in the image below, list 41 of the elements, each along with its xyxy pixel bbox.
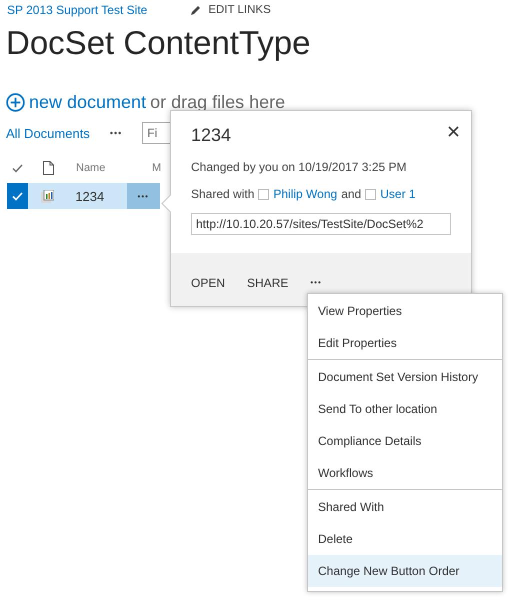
document-icon: [42, 161, 54, 175]
edit-links-button[interactable]: EDIT LINKS: [190, 4, 271, 16]
column-header[interactable]: M: [152, 162, 162, 174]
menu-item[interactable]: Change New Button Order: [308, 555, 502, 587]
url-field[interactable]: http://10.10.20.57/sites/TestSite/DocSet%2: [191, 213, 451, 235]
drag-hint: or drag files here: [150, 92, 286, 113]
pencil-icon: [190, 4, 202, 16]
shared-label: Shared with: [191, 187, 254, 201]
check-icon[interactable]: [12, 164, 23, 172]
row-checkbox[interactable]: [7, 183, 28, 209]
presence-icon: [258, 188, 270, 200]
user-link[interactable]: User 1: [380, 187, 416, 201]
menu-item[interactable]: View Properties: [308, 295, 502, 327]
check-icon: [12, 192, 23, 200]
callout-title: 1234: [191, 125, 232, 146]
joiner-text: and: [341, 187, 362, 201]
column-header[interactable]: Name: [76, 162, 152, 174]
more-button[interactable]: •••: [110, 128, 122, 138]
action-link[interactable]: OPEN: [191, 276, 226, 290]
view-link[interactable]: All Documents: [6, 126, 90, 140]
menu-item[interactable]: Compliance Details: [308, 425, 502, 457]
close-icon[interactable]: [448, 126, 459, 137]
document-set-icon: [40, 190, 54, 202]
changed-info: Changed by you on 10/19/2017 3:25 PM: [191, 160, 408, 174]
menu-item[interactable]: Edit Properties: [308, 327, 502, 359]
more-button[interactable]: •••: [126, 183, 160, 209]
site-link[interactable]: SP 2013 Support Test Site: [7, 3, 148, 17]
menu-item[interactable]: Send To other location: [308, 393, 502, 425]
menu-item[interactable]: Delete: [308, 523, 502, 555]
menu-item[interactable]: Shared With: [308, 491, 502, 523]
file-name[interactable]: 1234: [75, 188, 127, 204]
page-title: DocSet ContentType: [6, 23, 312, 63]
more-button[interactable]: •••: [310, 278, 322, 287]
new-document-link[interactable]: new document: [29, 92, 146, 113]
presence-icon: [365, 188, 376, 200]
add-icon[interactable]: [6, 93, 25, 112]
table-row[interactable]: 1234 •••: [7, 183, 160, 209]
menu-item[interactable]: Workflows: [308, 457, 502, 489]
menu-item[interactable]: Document Set Version History: [308, 361, 502, 393]
user-link[interactable]: Philip Wong: [273, 187, 338, 201]
action-link[interactable]: SHARE: [247, 276, 288, 290]
